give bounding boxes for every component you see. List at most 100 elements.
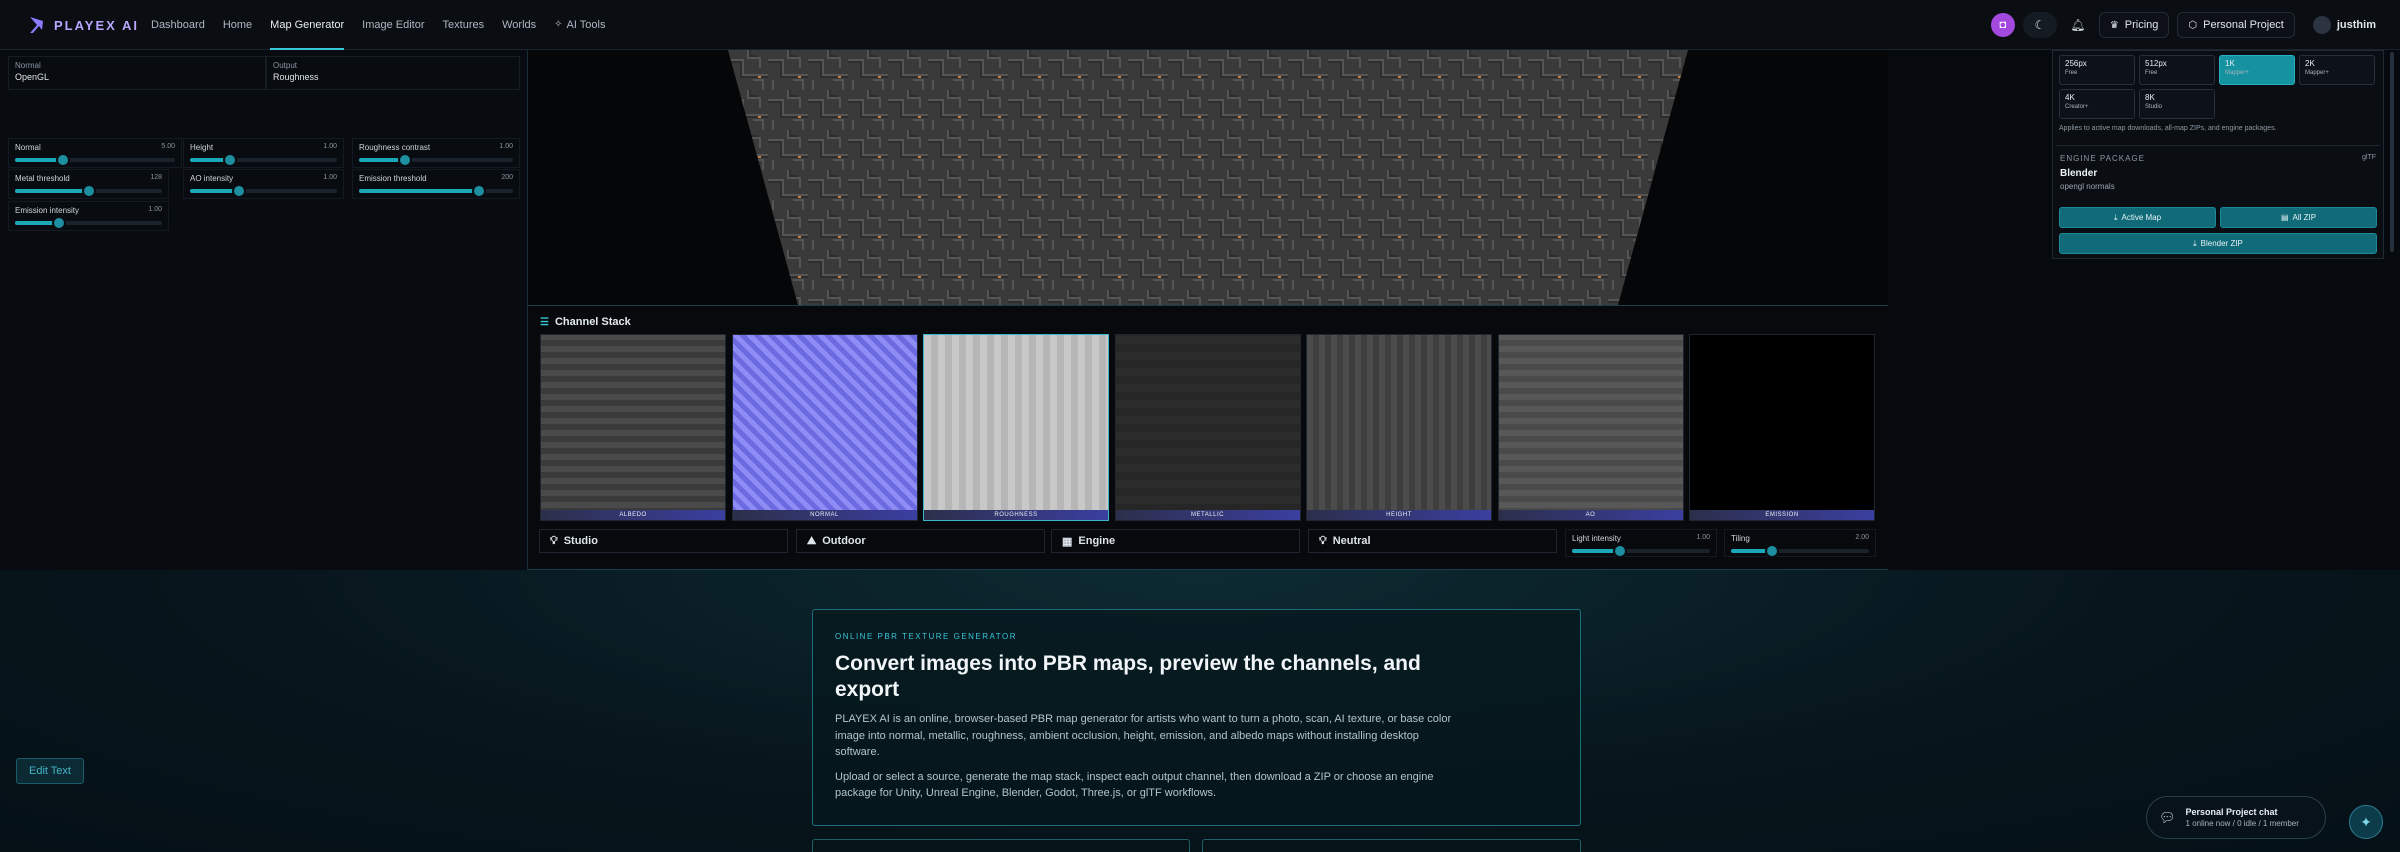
nav-dashboard[interactable]: Dashboard <box>151 0 205 50</box>
env-neutral-label: Neutral <box>1332 535 1371 547</box>
hero-eyebrow: ONLINE PBR TEXTURE GENERATOR <box>835 632 1018 641</box>
nav-map-generator[interactable]: Map Generator <box>270 0 344 50</box>
resolution-tier: Free <box>2065 70 2078 76</box>
light-intensity-value: 1.00 <box>1696 534 1710 541</box>
channel-height[interactable]: HEIGHT <box>1306 334 1492 521</box>
nav-worlds[interactable]: Worlds <box>502 0 536 50</box>
sparkle-icon: ✦ <box>2360 813 2372 830</box>
slider-track <box>190 153 337 167</box>
tiling-handle[interactable] <box>1765 544 1780 558</box>
channel-thumbnail <box>1498 335 1683 520</box>
channel-stack: ☰ Channel Stack ALBEDO NORMAL ROUGHNESS MET… <box>528 305 1888 570</box>
bell-icon: 🔔︎ <box>2070 18 2086 32</box>
env-neutral[interactable]: 💡︎ Neutral <box>1308 529 1557 553</box>
light-intensity-slider[interactable]: Light intensity 1.00 <box>1565 529 1717 558</box>
slider-handle[interactable] <box>398 153 413 167</box>
project-selector[interactable]: ⬡ Personal Project <box>2177 12 2295 38</box>
nav-textures[interactable]: Textures <box>443 0 485 50</box>
channel-roughness[interactable]: ROUGHNESS <box>923 334 1109 521</box>
material-preview-viewport[interactable] <box>528 50 1888 305</box>
channel-ao[interactable]: AO <box>1497 334 1684 521</box>
slider-label: Roughness contrast <box>359 143 431 152</box>
slider-metal-threshold[interactable]: Metal threshold 128 <box>8 169 169 199</box>
project-chat-widget[interactable]: 💬︎ Personal Project chat 1 online now / … <box>2146 796 2326 839</box>
moon-icon: ☾ <box>2034 18 2046 32</box>
nav-image-editor[interactable]: Image Editor <box>362 0 424 50</box>
resolution-tier: Mapper+ <box>2305 70 2329 76</box>
normal-format-select[interactable]: Normal OpenGL <box>8 56 266 90</box>
download-engine-zip-button[interactable]: ⤓ Blender ZIP <box>2059 233 2377 254</box>
slider-roughness-contrast[interactable]: Roughness contrast 1.00 <box>352 138 520 168</box>
resolution-256px[interactable]: 256px Free <box>2059 55 2135 85</box>
env-outdoor-label: Outdoor <box>822 535 866 547</box>
edit-text-button[interactable]: Edit Text <box>16 758 84 784</box>
slider-handle[interactable] <box>472 184 487 198</box>
channel-label: METALLIC <box>1115 510 1300 520</box>
download-all-zip-button[interactable]: ▤ All ZIP <box>2220 207 2377 228</box>
engine-zip-label: Blender ZIP <box>2200 239 2243 248</box>
map-controls-panel: Normal OpenGL Output Roughness Normal 5.0… <box>0 50 528 570</box>
user-menu[interactable]: justhim <box>2303 12 2386 38</box>
resolution-tier: Mapper+ <box>2225 70 2249 76</box>
hero-title: Convert images into PBR maps, preview th… <box>835 652 1421 701</box>
slider-normal[interactable]: Normal 5.00 <box>8 138 182 168</box>
channel-normal[interactable]: NORMAL <box>731 334 918 521</box>
slider-track <box>190 184 337 198</box>
tiling-slider[interactable]: Tiling 2.00 <box>1724 529 1876 558</box>
slider-emission-intensity[interactable]: Emission intensity 1.00 <box>8 201 169 231</box>
channel-albedo[interactable]: ALBEDO <box>540 334 726 521</box>
sparkle-icon: ✧ <box>554 19 563 30</box>
slider-handle[interactable] <box>56 153 70 167</box>
resolution-512px[interactable]: 512px Free <box>2139 55 2215 85</box>
env-studio[interactable]: 💡︎ Studio <box>539 529 788 553</box>
crown-icon: ♛ <box>2109 19 2119 31</box>
nav-home[interactable]: Home <box>223 0 252 50</box>
theme-toggle[interactable]: ☾ <box>2022 12 2057 38</box>
tiling-value: 2.00 <box>1855 534 1869 541</box>
resolution-4k[interactable]: 4K Creator+ <box>2059 89 2135 119</box>
engine-subtitle: opengl normals <box>2060 182 2115 191</box>
top-nav: PLAYEX AI Dashboard Home Map Generator I… <box>0 0 2400 50</box>
project-label: Personal Project <box>2203 19 2284 31</box>
panel-scrollbar[interactable] <box>2390 52 2394 252</box>
slider-value: 1.00 <box>323 174 337 181</box>
username: justhim <box>2336 19 2376 31</box>
slider-value: 200 <box>501 174 513 181</box>
resolution-tier: Creator+ <box>2065 104 2089 110</box>
assistant-button[interactable]: ◘ <box>1990 13 2015 37</box>
slider-track <box>359 153 513 167</box>
slider-value: 5.00 <box>161 143 175 150</box>
channel-stack-title: Channel Stack <box>554 316 631 328</box>
slider-handle[interactable] <box>222 153 237 167</box>
download-active-map-button[interactable]: ⤓ Active Map <box>2059 207 2216 228</box>
output-select[interactable]: Output Roughness <box>266 56 520 90</box>
hero-card: ONLINE PBR TEXTURE GENERATOR Convert ima… <box>812 609 1581 826</box>
slider-handle[interactable] <box>52 216 67 230</box>
avatar <box>2312 16 2331 34</box>
engine-package-label: ENGINE PACKAGE <box>2060 154 2145 163</box>
slider-track <box>15 184 162 198</box>
slider-ao-intensity[interactable]: AO intensity 1.00 <box>183 169 344 199</box>
layers-icon: ☰ <box>540 316 549 328</box>
slider-height[interactable]: Height 1.00 <box>183 138 344 168</box>
env-outdoor[interactable]: ⛰︎ Outdoor <box>796 529 1045 553</box>
slider-label: Height <box>190 143 214 152</box>
env-engine[interactable]: ▦ Engine <box>1051 529 1300 553</box>
notifications-button[interactable]: 🔔︎ <box>2065 12 2091 38</box>
pricing-label: Pricing <box>2124 19 2159 31</box>
channel-emission[interactable]: EMISSION <box>1689 334 1875 521</box>
slider-handle[interactable] <box>231 184 246 198</box>
nav-ai-tools[interactable]: ✧ AI Tools <box>554 0 605 50</box>
slider-handle[interactable] <box>81 184 96 198</box>
hero-paragraph-2: Upload or select a source, generate the … <box>835 770 1434 800</box>
env-engine-label: Engine <box>1078 535 1116 547</box>
pricing-button[interactable]: ♛ Pricing <box>2098 12 2170 38</box>
resolution-1k[interactable]: 1K Mapper+ <box>2219 55 2295 85</box>
channel-metallic[interactable]: METALLIC <box>1114 334 1301 521</box>
resolution-8k[interactable]: 8K Studio <box>2139 89 2215 119</box>
brand-logo[interactable]: PLAYEX AI <box>28 16 139 34</box>
light-intensity-handle[interactable] <box>1613 544 1628 558</box>
ai-assist-button[interactable]: ✦ <box>2349 805 2383 839</box>
resolution-2k[interactable]: 2K Mapper+ <box>2299 55 2375 85</box>
slider-emission-threshold[interactable]: Emission threshold 200 <box>352 169 520 199</box>
